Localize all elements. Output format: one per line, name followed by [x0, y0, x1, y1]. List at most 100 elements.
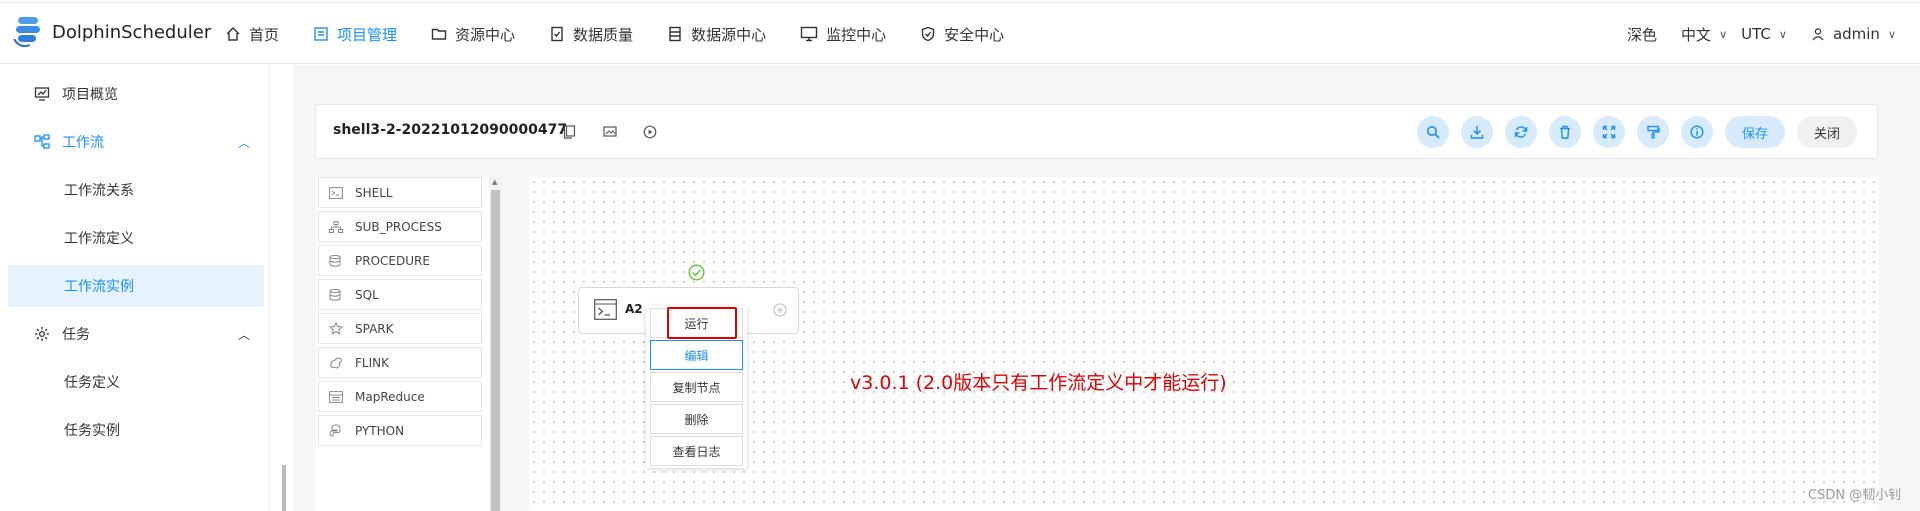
- nav-label: 项目管理: [337, 25, 398, 44]
- info-icon[interactable]: [1680, 116, 1713, 148]
- nav-label: 安全中心: [944, 25, 1005, 44]
- hierarchy-icon: [329, 220, 343, 233]
- star-icon: [329, 322, 343, 335]
- add-connection-icon[interactable]: [773, 303, 787, 317]
- folder-icon: [431, 28, 447, 40]
- task-type-panel: SHELL SUB_PROCESS PROCEDURE SQL SPARK FL…: [316, 177, 491, 511]
- sidebar-item-label: 工作流实例: [64, 279, 134, 295]
- delete-icon[interactable]: [1548, 116, 1581, 148]
- menu-item-view-log[interactable]: 查看日志: [650, 436, 743, 466]
- sidebar-item-workflow[interactable]: 工作流 ︿: [8, 121, 264, 163]
- sidebar-item-workflow-relation[interactable]: 工作流关系: [8, 169, 264, 211]
- close-button[interactable]: 关闭: [1796, 116, 1857, 148]
- sidebar-item-task[interactable]: 任务 ︿: [8, 313, 264, 355]
- chevron-down-icon: ∨: [1887, 27, 1896, 41]
- nav-label: 首页: [249, 25, 280, 44]
- terminal-icon: [594, 299, 617, 320]
- chevron-down-icon: ∨: [1778, 27, 1787, 41]
- nav-item-data-quality[interactable]: 数据质量: [549, 24, 633, 45]
- top-navigation-bar: DolphinScheduler 首页 项目管理 资源中心 数据质量 数据源中心…: [0, 2, 1920, 64]
- task-type-label: PYTHON: [355, 423, 405, 438]
- image-export-icon[interactable]: [603, 124, 618, 143]
- sidebar-item-label: 工作流关系: [64, 183, 134, 199]
- sidebar-item-label: 任务定义: [64, 375, 120, 391]
- database-stack-icon: [329, 254, 341, 267]
- fullscreen-icon[interactable]: [1592, 116, 1625, 148]
- grid-icon: [329, 390, 343, 403]
- user-menu[interactable]: admin ∨: [1811, 25, 1896, 43]
- sidebar-item-workflow-definition[interactable]: 工作流定义: [8, 217, 264, 259]
- task-type-label: SUB_PROCESS: [355, 219, 442, 234]
- timezone-select[interactable]: UTC ∨: [1741, 25, 1787, 43]
- task-type-label: MapReduce: [355, 389, 425, 404]
- project-icon: [314, 27, 328, 41]
- dolphin-logo-icon: [13, 17, 40, 48]
- theme-label: 深色: [1627, 25, 1658, 44]
- theme-toggle[interactable]: 深色: [1627, 24, 1657, 45]
- home-icon: [226, 27, 240, 41]
- save-button[interactable]: 保存: [1724, 116, 1785, 148]
- nav-item-resource[interactable]: 资源中心: [431, 24, 515, 45]
- database-icon: [669, 26, 681, 42]
- refresh-icon[interactable]: [1504, 116, 1537, 148]
- nav-label: 数据源中心: [691, 25, 767, 44]
- timezone-label: UTC: [1741, 25, 1771, 43]
- nav-item-monitor[interactable]: 监控中心: [800, 24, 886, 45]
- nav-item-security[interactable]: 安全中心: [920, 24, 1004, 45]
- chevron-up-icon: ︿: [237, 327, 250, 342]
- panel-scrollbar-thumb[interactable]: [491, 190, 500, 511]
- task-type-mapreduce[interactable]: MapReduce: [318, 381, 482, 412]
- sidebar-item-task-instance[interactable]: 任务实例: [8, 409, 264, 451]
- workflow-name: shell3-2-20221012090000477: [333, 122, 568, 138]
- sidebar-item-label: 项目概览: [62, 87, 118, 103]
- sidebar-item-label: 工作流: [62, 135, 104, 151]
- task-type-label: PROCEDURE: [355, 253, 430, 268]
- app-name: DolphinScheduler: [52, 21, 212, 43]
- task-type-label: SPARK: [355, 321, 394, 336]
- task-type-spark[interactable]: SPARK: [318, 313, 482, 344]
- shield-icon: [921, 26, 935, 42]
- nav-item-home[interactable]: 首页: [225, 24, 279, 45]
- menu-item-edit[interactable]: 编辑: [650, 340, 743, 370]
- task-type-sub-process[interactable]: SUB_PROCESS: [318, 211, 482, 242]
- node-name: A2: [625, 302, 643, 316]
- monitor-icon: [800, 26, 818, 42]
- language-select[interactable]: 中文 ∨: [1681, 24, 1727, 45]
- sidebar-item-workflow-instance[interactable]: 工作流实例: [8, 265, 264, 307]
- user-name: admin: [1832, 25, 1880, 43]
- copy-icon[interactable]: [563, 124, 576, 143]
- chevron-up-icon: ︿: [237, 135, 250, 150]
- task-type-label: SHELL: [355, 185, 393, 200]
- language-label: 中文: [1681, 25, 1712, 44]
- task-type-flink[interactable]: FLINK: [318, 347, 482, 378]
- scroll-up-arrow-icon[interactable]: ▲: [492, 178, 497, 186]
- task-type-shell[interactable]: SHELL: [318, 177, 482, 208]
- version-annotation: v3.0.1 (2.0版本只有工作流定义中才能运行): [850, 372, 1227, 394]
- play-icon[interactable]: [643, 124, 657, 143]
- sidebar-item-task-definition[interactable]: 任务定义: [8, 361, 264, 403]
- download-icon[interactable]: [1460, 116, 1493, 148]
- task-type-procedure[interactable]: PROCEDURE: [318, 245, 482, 276]
- chart-monitor-icon: [34, 87, 50, 101]
- chevron-down-icon: ∨: [1719, 27, 1728, 41]
- task-type-sql[interactable]: SQL: [318, 279, 482, 310]
- sidebar-scrollbar[interactable]: [282, 465, 286, 511]
- menu-item-copy-node[interactable]: 复制节点: [650, 372, 743, 402]
- app-logo[interactable]: DolphinScheduler: [12, 15, 211, 49]
- sidebar-item-label: 任务实例: [64, 423, 120, 439]
- search-icon[interactable]: [1416, 116, 1449, 148]
- nav-item-project[interactable]: 项目管理: [313, 24, 397, 45]
- nav-right: 深色 中文 ∨ UTC ∨ admin ∨: [1603, 3, 1896, 65]
- format-icon[interactable]: [1636, 116, 1669, 148]
- python-icon: [329, 423, 341, 436]
- user-icon: [1812, 28, 1824, 41]
- database-stack-icon: [329, 288, 341, 301]
- nav-item-datasource[interactable]: 数据源中心: [667, 24, 766, 45]
- dag-toolbar: shell3-2-20221012090000477 保存 关闭: [315, 104, 1878, 159]
- sidebar-item-overview[interactable]: 项目概览: [8, 73, 264, 115]
- menu-item-delete[interactable]: 删除: [650, 404, 743, 434]
- nav-label: 数据质量: [573, 25, 634, 44]
- task-type-label: SQL: [355, 287, 379, 302]
- squirrel-icon: [330, 357, 342, 369]
- task-type-python[interactable]: PYTHON: [318, 415, 482, 446]
